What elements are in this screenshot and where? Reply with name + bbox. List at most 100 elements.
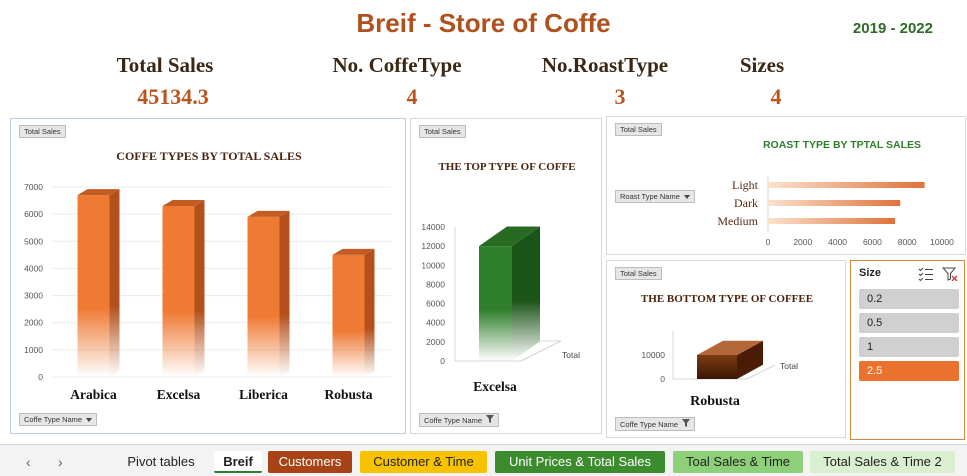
chip-label: Coffe Type Name (24, 415, 83, 424)
tab-total-sales-time-2[interactable]: Total Sales & Time 2 (810, 451, 955, 473)
bottom-type-bar-chart: 0 10000 Total Robusta (641, 331, 798, 407)
bar-side (364, 248, 375, 377)
kpi-coffe-type-label: No. CoffeType (332, 53, 462, 77)
chart-title: COFFE TYPES BY TOTAL SALES (116, 149, 302, 163)
bar-front (332, 254, 365, 377)
filter-icon (682, 419, 691, 429)
x-tick-label: 6000 (863, 237, 882, 247)
filter-icon (486, 415, 495, 425)
field-chip-coffe-type-name[interactable]: Coffe Type Name (615, 417, 696, 431)
kpi-total-sales-value: 45134.3 (137, 84, 209, 109)
bar-front (77, 195, 110, 377)
chart-title: THE TOP TYPE OF COFFE (438, 161, 576, 173)
chart-panel-roast-type[interactable]: Total Sales ROAST TYPE BY TPTAL SALES Ro… (606, 116, 966, 255)
x-tick-label: 10000 (930, 237, 954, 247)
chip-label: Coffe Type Name (424, 415, 483, 425)
slicer-item[interactable]: 0.5 (859, 313, 959, 333)
chip-label: Coffe Type Name (620, 419, 679, 429)
kpi-roast-type-label: No.RoastType (541, 53, 669, 77)
bar-side (512, 226, 540, 361)
field-chip-roast-type-name[interactable]: Roast Type Name (615, 190, 695, 203)
kpi-roast-type-value: 3 (614, 84, 626, 109)
y-tick-label: 1000 (24, 345, 43, 355)
y-tick-label: 2000 (426, 337, 445, 347)
bar-front (479, 246, 512, 361)
y-tick-label: 0 (440, 356, 445, 366)
y-category-label: Light (732, 178, 759, 192)
chart-panel-top-type[interactable]: Total Sales THE TOP TYPE OF COFFE 0 2000 4… (410, 118, 602, 434)
y-tick-label: 12000 (421, 241, 445, 251)
year-range: 2019 - 2022 (852, 20, 933, 37)
field-chip-coffe-type-name[interactable]: Coffe Type Name (419, 413, 500, 427)
x-category-label: Liberica (239, 387, 288, 402)
top-type-bar-chart: 0 2000 4000 6000 8000 10000 12000 14000 Total Exc… (421, 222, 580, 394)
tab-customers[interactable]: Customers (268, 451, 352, 473)
x-category-label: Arabica (70, 387, 117, 402)
dropdown-arrow-icon (86, 417, 93, 422)
multi-select-icon[interactable] (918, 267, 934, 286)
y-category-label: Medium (717, 214, 758, 228)
kpi-total-sales-label: Total Sales (116, 53, 214, 77)
y-tick-label: 0 (660, 374, 665, 384)
x-tick-label: 4000 (828, 237, 847, 247)
bar-side (279, 210, 290, 377)
chevron-left-icon[interactable]: ‹ (26, 454, 31, 470)
slicer-title: Size (859, 267, 882, 279)
y-tick-label: 4000 (426, 318, 445, 328)
x-tick-label: 2000 (793, 237, 812, 247)
bar-front (247, 216, 280, 377)
chart-title: ROAST TYPE BY TPTAL SALES (762, 139, 922, 151)
series-label: Total (780, 361, 798, 371)
x-category-label: Robusta (690, 394, 740, 407)
kpi-sizes-label: Sizes (739, 53, 785, 77)
tab-breif[interactable]: Breif (214, 451, 262, 473)
slicer-item-selected[interactable]: 2.5 (859, 361, 959, 381)
field-chip-coffe-type-name[interactable]: Coffe Type Name (19, 413, 98, 426)
slicer-item[interactable]: 1 (859, 337, 959, 357)
field-chip-total-sales[interactable]: Total Sales (615, 123, 662, 136)
y-tick-label: 2000 (24, 318, 43, 328)
kpi-sizes-value: 4 (770, 84, 782, 109)
series-label: Total (562, 350, 580, 360)
bar-front (162, 206, 195, 377)
kpi-coffe-type-value: 4 (406, 84, 418, 109)
sheet-tab-bar: ‹ › Pivot tables Breif Customers Custome… (0, 444, 967, 476)
tab-customer-time[interactable]: Customer & Time (360, 451, 487, 473)
x-tick-label: 8000 (898, 237, 917, 247)
chart-title: THE BOTTOM TYPE OF COFFEE (640, 293, 814, 305)
dashboard-title: Breif - Store of Coffe (356, 8, 611, 38)
y-tick-label: 7000 (24, 182, 43, 192)
bar-side (109, 189, 120, 377)
y-tick-label: 4000 (24, 263, 43, 273)
y-tick-label: 3000 (24, 291, 43, 301)
bar (768, 182, 925, 188)
x-category-label: Robusta (324, 387, 372, 402)
y-tick-label: 14000 (421, 222, 445, 232)
field-chip-total-sales[interactable]: Total Sales (419, 125, 466, 138)
chevron-right-icon[interactable]: › (58, 454, 63, 470)
roast-type-bar-chart: Light Dark Medium 0 2000 4000 6000 8000 10000 (717, 176, 954, 247)
bar-front (697, 355, 737, 379)
y-tick-label: 6000 (426, 299, 445, 309)
tab-toal-sales-time[interactable]: Toal Sales & Time (673, 451, 803, 473)
x-tick-label: 0 (766, 237, 771, 247)
chip-label: Roast Type Name (620, 192, 680, 201)
y-tick-label: 6000 (24, 209, 43, 219)
y-tick-label: 10000 (641, 350, 665, 360)
tab-unit-prices-total-sales[interactable]: Unit Prices & Total Sales (495, 451, 665, 473)
chart-panel-coffe-types[interactable]: Total Sales COFFE TYPES BY TOTAL SALES 0… (10, 118, 406, 434)
field-chip-total-sales[interactable]: Total Sales (19, 125, 66, 138)
x-category-label: Excelsa (157, 387, 201, 402)
tab-pivot-tables[interactable]: Pivot tables (112, 451, 210, 473)
y-tick-label: 5000 (24, 236, 43, 246)
chart-panel-bottom-type[interactable]: Total Sales THE BOTTOM TYPE OF COFFEE 0 1… (606, 260, 846, 438)
slicer-item[interactable]: 0.2 (859, 289, 959, 309)
dropdown-arrow-icon (683, 194, 690, 199)
field-chip-total-sales[interactable]: Total Sales (615, 267, 662, 280)
clear-filter-icon[interactable] (941, 267, 958, 286)
size-slicer[interactable]: Size 0.2 0.5 1 2.5 (850, 260, 965, 440)
y-tick-label: 10000 (421, 260, 445, 270)
y-tick-label: 0 (38, 372, 43, 382)
y-tick-label: 8000 (426, 279, 445, 289)
coffe-types-bar-chart: 0 1000 2000 3000 4000 5000 6000 7000 Arabica Exce… (24, 182, 391, 402)
